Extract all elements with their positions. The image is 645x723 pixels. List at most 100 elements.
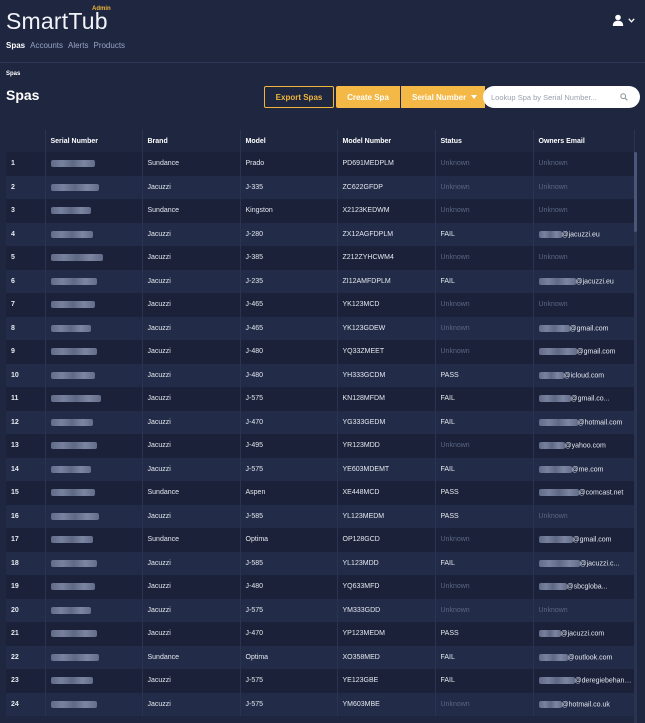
- status-cell: Unknown: [435, 293, 534, 317]
- serial-number-cell: [45, 504, 143, 528]
- redacted-email-user: [538, 465, 572, 473]
- table-row[interactable]: 6 Jacuzzi J-235 ZI12AMFDPLM FAIL @jacuzzi.eu: [6, 269, 635, 293]
- table-row[interactable]: 8 Jacuzzi J-465 YK123GDEW Unknown @gmail.com: [6, 316, 635, 340]
- model-cell: J-470: [240, 622, 338, 646]
- spas-table: Serial Number Brand Model Model Number S…: [6, 130, 635, 716]
- owner-email-cell: @gmail.com: [533, 528, 635, 552]
- model-number-cell: Z212ZYHCWM4: [337, 246, 436, 270]
- model-number-cell: YE603MDEMT: [337, 457, 436, 481]
- redacted-email-user: [538, 700, 562, 708]
- model-cell: J-235: [240, 269, 338, 293]
- column-header-status[interactable]: Status: [435, 130, 534, 152]
- brand-cell: Jacuzzi: [142, 457, 241, 481]
- user-icon[interactable]: [612, 14, 624, 26]
- table-scrollbar[interactable]: [634, 152, 637, 723]
- brand-cell: Sundance: [142, 528, 241, 552]
- admin-badge: Admin: [92, 6, 111, 12]
- table-row[interactable]: 21 Jacuzzi J-470 YP123MEDM PASS @jacuzzi.com: [6, 622, 635, 646]
- redacted-serial: [50, 160, 95, 168]
- row-index: 12: [6, 410, 46, 434]
- status-cell: FAIL: [435, 669, 534, 693]
- column-header-brand[interactable]: Brand: [142, 130, 241, 152]
- redacted-serial: [50, 371, 95, 379]
- redacted-email-user: [538, 677, 575, 685]
- serial-number-cell: [45, 316, 143, 340]
- redacted-serial: [50, 630, 97, 638]
- search-field-select[interactable]: Serial Number: [401, 86, 485, 108]
- row-index: 17: [6, 528, 46, 552]
- email-domain: Unknown: [538, 512, 568, 520]
- table-row[interactable]: 3 Sundance Kingston X2123KEDWM Unknown Unknow…: [6, 199, 635, 223]
- model-cell: J-480: [240, 363, 338, 387]
- email-domain: Unknown: [538, 207, 568, 215]
- serial-number-cell: [45, 175, 143, 199]
- email-domain: @icloud.com: [563, 371, 605, 379]
- model-number-cell: YL123MDD: [337, 551, 436, 575]
- model-cell: J-575: [240, 457, 338, 481]
- chevron-down-icon[interactable]: [628, 17, 635, 23]
- model-number-cell: XO358MED: [337, 645, 436, 669]
- model-number-cell: ZX12AGFDPLM: [337, 222, 436, 246]
- email-domain: Unknown: [538, 606, 568, 614]
- table-row[interactable]: 12 Jacuzzi J-470 YG333GEDM FAIL @hotmail.com: [6, 410, 635, 434]
- table-row[interactable]: 20 Jacuzzi J-575 YM333GDD Unknown Unknown: [6, 598, 635, 622]
- nav-products[interactable]: Products: [93, 41, 125, 50]
- row-index: 2: [6, 175, 46, 199]
- row-index: 19: [6, 575, 46, 599]
- redacted-serial: [50, 442, 97, 450]
- table-row[interactable]: 24 Jacuzzi J-575 YM603MBE Unknown @hotmail.co…: [6, 692, 635, 716]
- table-row[interactable]: 5 Jacuzzi J-385 Z212ZYHCWM4 Unknown Unknown: [6, 246, 635, 270]
- table-row[interactable]: 13 Jacuzzi J-495 YR123MDD Unknown @yahoo.com: [6, 434, 635, 458]
- redacted-serial: [50, 230, 93, 238]
- table-row[interactable]: 2 Jacuzzi J-335 ZC622GFDP Unknown Unknown: [6, 175, 635, 199]
- model-number-cell: KN128MFDM: [337, 387, 436, 411]
- table-row[interactable]: 15 Sundance Aspen XE448MCD PASS @comcast.net: [6, 481, 635, 505]
- app-logo[interactable]: SmartTub: [6, 8, 108, 35]
- serial-number-cell: [45, 551, 143, 575]
- owner-email-cell: @jacuzzi.c...: [533, 551, 635, 575]
- table-row[interactable]: 14 Jacuzzi J-575 YE603MDEMT FAIL @me.com: [6, 457, 635, 481]
- table-row[interactable]: 7 Jacuzzi J-465 YK123MCD Unknown Unknown: [6, 293, 635, 317]
- email-domain: @jacuzzi.eu: [561, 230, 600, 238]
- column-header-model[interactable]: Model: [240, 130, 338, 152]
- row-index: 16: [6, 504, 46, 528]
- search-icon[interactable]: [620, 93, 628, 101]
- search-input[interactable]: [483, 92, 618, 102]
- email-domain: @outlook.com: [567, 653, 613, 661]
- table-row[interactable]: 4 Jacuzzi J-280 ZX12AGFDPLM FAIL @jacuzzi.eu: [6, 222, 635, 246]
- scrollbar-thumb[interactable]: [634, 152, 637, 232]
- status-cell: FAIL: [435, 387, 534, 411]
- export-spas-button[interactable]: Export Spas: [264, 86, 334, 108]
- redacted-serial: [50, 677, 93, 685]
- table-row[interactable]: 22 Sundance Optima XO358MED FAIL @outlook.com: [6, 645, 635, 669]
- table-row[interactable]: 18 Jacuzzi J-585 YL123MDD FAIL @jacuzzi.c...: [6, 551, 635, 575]
- table-row[interactable]: 23 Jacuzzi J-575 YE123GBE FAIL @deregiebehand…: [6, 669, 635, 693]
- table-row[interactable]: 16 Jacuzzi J-585 YL123MEDM PASS Unknown: [6, 504, 635, 528]
- owner-email-cell: @comcast.net: [533, 481, 635, 505]
- spas-table-container: Serial Number Brand Model Model Number S…: [6, 130, 640, 723]
- column-header-model-number[interactable]: Model Number: [337, 130, 436, 152]
- status-cell: FAIL: [435, 645, 534, 669]
- table-row[interactable]: 9 Jacuzzi J-480 YQ33ZMEET Unknown @gmail.com: [6, 340, 635, 364]
- nav-spas[interactable]: Spas: [6, 41, 25, 50]
- model-cell: J-465: [240, 293, 338, 317]
- email-domain: @comcast.net: [578, 489, 624, 497]
- status-cell: Unknown: [435, 175, 534, 199]
- user-menu[interactable]: [612, 14, 635, 26]
- owner-email-cell: @deregiebehand...: [533, 669, 635, 693]
- email-domain: @jacuzzi.eu: [575, 277, 614, 285]
- nav-alerts[interactable]: Alerts: [68, 41, 88, 50]
- model-number-cell: YM333GDD: [337, 598, 436, 622]
- table-row[interactable]: 10 Jacuzzi J-480 YH333GCDM PASS @icloud.com: [6, 363, 635, 387]
- nav-accounts[interactable]: Accounts: [30, 41, 63, 50]
- row-index: 15: [6, 481, 46, 505]
- column-header-owners-email[interactable]: Owners Email: [533, 130, 635, 152]
- table-row[interactable]: 19 Jacuzzi J-480 YQ633MFD Unknown @sbcgloba..…: [6, 575, 635, 599]
- table-row[interactable]: 11 Jacuzzi J-575 KN128MFDM FAIL @gmail.co...: [6, 387, 635, 411]
- brand-cell: Sundance: [142, 645, 241, 669]
- table-row[interactable]: 17 Sundance Optima OP128GCD Unknown @gmail.co…: [6, 528, 635, 552]
- table-row[interactable]: 1 Sundance Prado PD691MEDPLM Unknown Unknown: [6, 152, 635, 176]
- redacted-serial: [50, 465, 91, 473]
- column-header-serial-number[interactable]: Serial Number: [45, 130, 143, 152]
- create-spa-button[interactable]: Create Spa: [336, 86, 400, 108]
